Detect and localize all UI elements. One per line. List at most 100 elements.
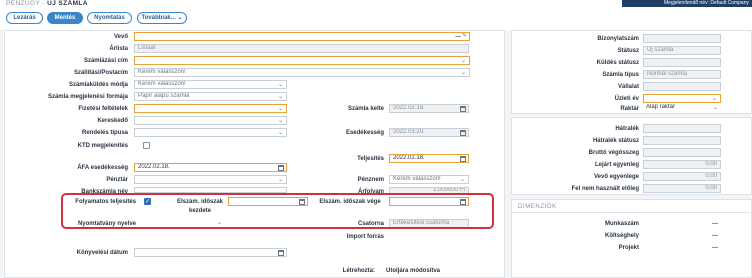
- chevron-down-icon: ⌄: [277, 106, 283, 112]
- status-label: Státusz: [617, 48, 639, 54]
- breadcrumb: PÉNZÜGY - ÚJ SZÁMLA: [6, 0, 88, 7]
- vat-due-date-field[interactable]: 2022.02.18.: [134, 163, 287, 172]
- invoice-form-label: Számla megjelenési formája: [47, 94, 128, 100]
- chevron-down-icon: ⌄: [460, 58, 466, 64]
- fulfillment-date-label: Teljesítés: [357, 156, 384, 162]
- invoice-form-select[interactable]: Papír alapú számla ⌄: [134, 92, 287, 101]
- fiscal-year-label: Üzleti év: [614, 96, 639, 102]
- due-date-field: 2022.03.20.: [389, 128, 469, 137]
- breadcrumb-section: PÉNZÜGY: [6, 0, 41, 7]
- arrears-field: [643, 124, 721, 133]
- calendar-icon: [460, 130, 466, 136]
- project-label: Projekt: [618, 245, 639, 251]
- calendar-icon: [460, 106, 466, 112]
- shipping-address-label: Szállítási/Postacím: [73, 70, 128, 76]
- fulfillment-date-field[interactable]: 2022.02.18.: [389, 154, 469, 163]
- salesperson-select[interactable]: ⌄: [134, 116, 287, 125]
- chevron-down-icon: ⌄: [460, 70, 466, 76]
- close-button[interactable]: Lezárás: [6, 12, 43, 24]
- calendar-icon[interactable]: [278, 165, 284, 171]
- work-number-browse-dots[interactable]: ...: [712, 219, 718, 226]
- salesperson-label: Kereskedő: [97, 118, 128, 124]
- chevron-down-icon: ⌄: [711, 96, 717, 102]
- shipping-address-select[interactable]: Kérem válasszon! ⌄: [134, 68, 470, 77]
- vat-due-label: ÁFA esedékesség: [77, 165, 128, 171]
- print-button[interactable]: Nyomtatás: [87, 12, 132, 24]
- send-status-label: Küldés státusz: [596, 60, 639, 66]
- order-type-select[interactable]: ⌄: [134, 128, 287, 137]
- more-options-label: Továbbiak...: [141, 15, 176, 21]
- payment-terms-label: Fizetési feltételek: [78, 106, 128, 112]
- arrears-label: Hátralék: [615, 126, 639, 132]
- chevron-down-icon: ⌄: [277, 94, 283, 100]
- invoice-type-field: Normál számla: [643, 70, 721, 79]
- company-label: Vállalat: [617, 84, 639, 90]
- send-method-label: Számlaküldés módja: [68, 82, 128, 88]
- dimensions-title: DIMENZIÓK: [518, 204, 557, 210]
- cash-desk-label: Pénztár: [106, 177, 128, 183]
- company-indicator: Megjelenítendő név: Default Company: [622, 0, 752, 7]
- arrears-status-label: Hátralék státusz: [592, 138, 639, 144]
- chevron-down-icon: ⌄: [277, 118, 283, 124]
- chevron-down-icon: ⌄: [459, 177, 465, 183]
- invoice-type-label: Számla típus: [602, 72, 639, 78]
- unused-advance-label: Fel nem használt előleg: [571, 186, 639, 192]
- customer-balance-label: Vevő egyenlege: [593, 174, 639, 180]
- booking-date-label: Könyvelési dátum: [76, 250, 128, 256]
- import-source-label: Import forrás: [346, 234, 384, 240]
- gross-total-field: [643, 148, 721, 157]
- calendar-icon[interactable]: [460, 156, 466, 162]
- price-list-label: Árlista: [109, 46, 128, 52]
- ktd-label: KTD megjelenítés: [77, 143, 128, 149]
- booking-date-field[interactable]: [134, 248, 287, 257]
- created-by-label: Létrehozta:: [342, 268, 375, 274]
- cost-center-browse-dots[interactable]: ...: [712, 231, 718, 238]
- arrears-status-field: [643, 136, 721, 145]
- currency-label: Pénznem: [357, 177, 384, 183]
- work-number-label: Munkaszám: [604, 221, 639, 227]
- more-options-button[interactable]: Továbbiak... ⌄: [137, 12, 187, 24]
- customer-label: Vevő: [113, 34, 128, 40]
- save-button[interactable]: Mentés: [47, 12, 83, 24]
- billing-address-select[interactable]: ⌄: [134, 56, 470, 65]
- cash-desk-select[interactable]: ⌄: [134, 175, 287, 184]
- invoice-date-label: Számla kelte: [347, 106, 384, 112]
- project-browse-dots[interactable]: ...: [712, 243, 718, 250]
- billing-address-label: Számlázási cím: [83, 58, 128, 64]
- status-field: Új számla: [643, 46, 721, 55]
- payment-terms-select[interactable]: ⌄: [134, 104, 287, 113]
- last-modified-label: Utoljára módosítva: [386, 268, 441, 274]
- customer-browse-dots[interactable]: ...: [455, 33, 461, 39]
- customer-field[interactable]: ... ✎: [134, 32, 470, 41]
- warehouse-label: Raktár: [620, 106, 639, 112]
- edit-icon[interactable]: ✎: [462, 33, 467, 40]
- chevron-down-icon: ⌄: [177, 15, 183, 21]
- unused-advance-field: 0,00: [643, 184, 721, 193]
- order-type-label: Rendelés típusa: [81, 130, 128, 136]
- ktd-checkbox[interactable]: [143, 142, 150, 149]
- warehouse-select[interactable]: Alap raktár ⌄: [643, 104, 721, 113]
- customer-balance-field: 0,00: [643, 172, 721, 181]
- chevron-down-icon: ⌄: [277, 177, 283, 183]
- calendar-icon[interactable]: [278, 250, 284, 256]
- fiscal-year-select[interactable]: ⌄: [643, 94, 721, 103]
- company-field: [643, 82, 721, 91]
- document-number-label: Bizonylatszám: [597, 36, 639, 42]
- send-status-field: [643, 58, 721, 67]
- chevron-down-icon: ⌄: [277, 130, 283, 136]
- document-number-field: [643, 34, 721, 43]
- invoice-date-field: 2022.02.18.: [389, 104, 469, 113]
- due-date-label: Esedékesség: [345, 130, 384, 136]
- divider: [511, 212, 752, 213]
- currency-select[interactable]: Kérem válasszon! ⌄: [389, 175, 469, 184]
- page-title: ÚJ SZÁMLA: [47, 0, 88, 7]
- cost-center-label: Költséghely: [604, 233, 639, 239]
- overdue-balance-label: Lejárt egyenleg: [594, 162, 639, 168]
- gross-total-label: Bruttó végösszeg: [588, 150, 639, 156]
- send-method-select[interactable]: Kérem válasszon! ⌄: [134, 80, 287, 89]
- price-list-field: Listaár: [134, 44, 469, 53]
- overdue-balance-field: 0,00: [643, 160, 721, 169]
- chevron-down-icon: ⌄: [277, 82, 283, 88]
- chevron-down-icon: ⌄: [712, 105, 718, 111]
- highlight-frame: [61, 193, 494, 229]
